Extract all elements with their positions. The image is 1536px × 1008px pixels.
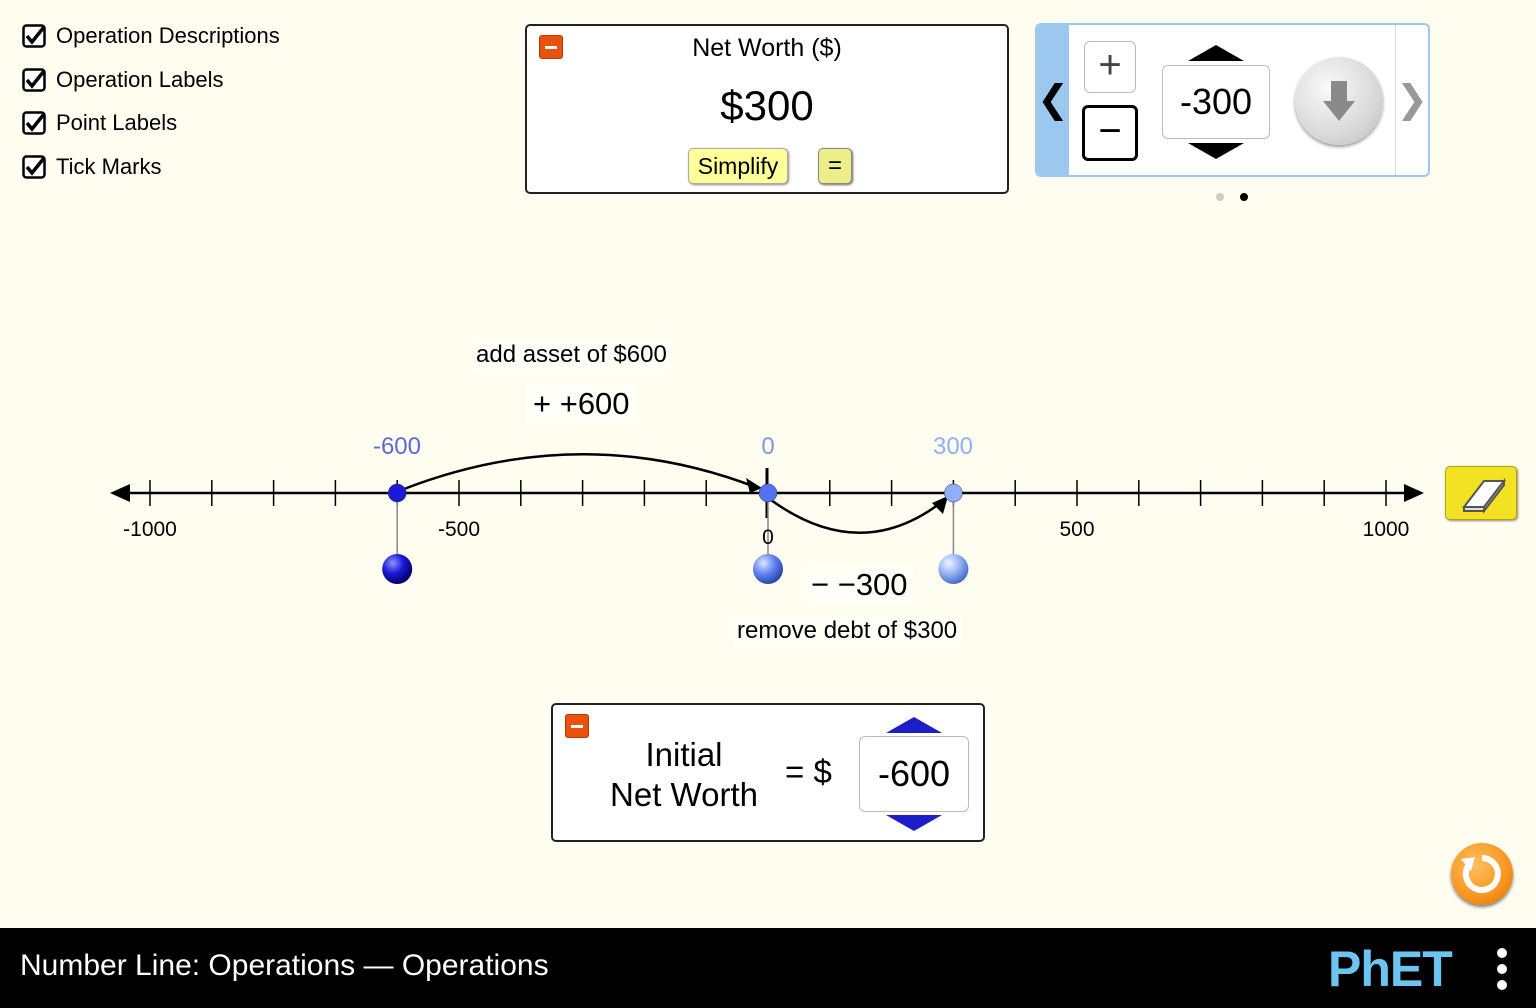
point-drag-handle[interactable] (382, 554, 413, 584)
tick-label: -1000 (123, 518, 177, 541)
collapse-initial-net-worth-button[interactable] (565, 714, 589, 738)
operation-arrow-add (403, 453, 759, 491)
decrement-arrow[interactable] (886, 815, 942, 831)
number-line-point (387, 483, 407, 503)
number-line-point (758, 483, 778, 503)
axis-arrow-left (110, 484, 130, 502)
reset-all-button[interactable] (1451, 843, 1513, 905)
increment-arrow[interactable] (886, 717, 942, 733)
label-line: Initial (645, 736, 723, 773)
operation-label: + +600 (527, 384, 636, 424)
axis-arrow-right (1404, 484, 1424, 502)
eraser-icon (1461, 478, 1507, 514)
initial-net-worth-field[interactable]: -600 (859, 736, 969, 812)
navigation-bar: Number Line: Operations — Operations PhE… (0, 928, 1536, 1008)
reset-icon (1461, 855, 1501, 893)
operation-description: remove debt of $300 (733, 615, 962, 647)
operation-label: − −300 (805, 565, 914, 605)
point-label: 300 (932, 433, 974, 460)
operation-description: add asset of $600 (472, 339, 671, 371)
point-drag-handle[interactable] (753, 554, 783, 584)
number-line-point (944, 483, 963, 503)
point-drag-handle[interactable] (938, 554, 969, 584)
label-line: Net Worth (610, 776, 758, 813)
kebab-menu-icon[interactable] (1495, 948, 1509, 994)
tick-label: 0 (762, 526, 774, 549)
initial-net-worth-label: Initial Net Worth (589, 735, 779, 815)
number-line (110, 453, 1424, 584)
equals-dollar: = $ (785, 753, 832, 790)
eraser-button[interactable] (1445, 466, 1517, 520)
sim-title: Number Line: Operations — Operations (20, 949, 549, 982)
tick-label: 1000 (1362, 518, 1410, 541)
initial-net-worth-panel: Initial Net Worth = $ -600 (551, 703, 985, 842)
point-label: -600 (372, 433, 422, 460)
phet-logo[interactable]: PhET (1328, 940, 1453, 998)
point-label: 0 (761, 433, 775, 460)
tick-label: -500 (437, 518, 481, 541)
tick-label: 500 (1059, 518, 1095, 541)
arrow-head-icon (932, 496, 948, 514)
